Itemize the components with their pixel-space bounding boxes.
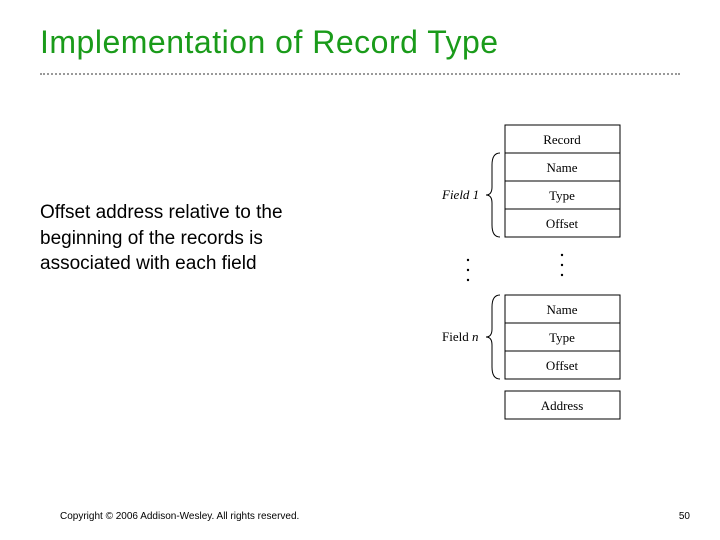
box-offset-2: Offset xyxy=(546,358,579,373)
fieldn-label: Field n xyxy=(442,329,478,344)
dots-right xyxy=(561,254,563,276)
box-record: Record xyxy=(543,132,581,147)
box-name-2: Name xyxy=(546,302,577,317)
copyright-text: Copyright © 2006 Addison-Wesley. All rig… xyxy=(60,511,299,522)
slide: Implementation of Record Type Offset add… xyxy=(0,0,720,540)
box-type-1: Type xyxy=(549,188,575,203)
box-offset-1: Offset xyxy=(546,216,579,231)
brace-field-n: Field n xyxy=(442,295,500,379)
page-title: Implementation of Record Type xyxy=(40,24,680,61)
box-address: Address xyxy=(541,398,584,413)
page-number: 50 xyxy=(679,511,690,522)
box-name-1: Name xyxy=(546,160,577,175)
footer: Copyright © 2006 Addison-Wesley. All rig… xyxy=(60,511,690,522)
diagram-group-2: Name Type Offset Address xyxy=(505,295,620,419)
diagram-group-1: Record Name Type Offset xyxy=(505,125,620,237)
box-type-2: Type xyxy=(549,330,575,345)
dots-left xyxy=(467,259,469,281)
divider xyxy=(40,73,680,75)
content-row: Offset address relative to the beginning… xyxy=(40,115,680,455)
brace-field-1: Field 1 xyxy=(441,153,500,237)
field1-label: Field 1 xyxy=(441,187,479,202)
record-diagram: Record Name Type Offset Field 1 xyxy=(360,115,680,455)
body-text: Offset address relative to the beginning… xyxy=(40,200,340,277)
